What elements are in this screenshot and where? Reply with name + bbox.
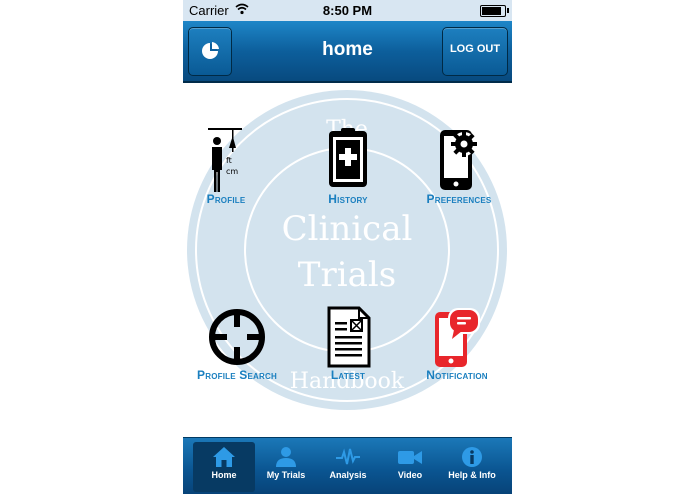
tab-my-trials[interactable]: My Trials — [255, 442, 317, 492]
menu-label-profile-search: Profile Search — [197, 368, 277, 382]
menu-item-profile-search[interactable]: Profile Search — [185, 306, 289, 382]
unit-cm: cm — [226, 167, 238, 176]
home-icon — [213, 447, 235, 467]
pulse-icon — [336, 448, 360, 465]
battery-level — [482, 7, 501, 15]
watermark-clinical: Clinical — [282, 209, 413, 249]
info-icon — [462, 447, 482, 467]
phone-settings-icon — [440, 130, 477, 190]
person-icon — [276, 447, 296, 467]
tab-label-analysis: Analysis — [329, 470, 367, 480]
menu-item-profile[interactable]: ft cm Profile — [191, 126, 261, 206]
tab-label-my-trials: My Trials — [266, 470, 306, 480]
logout-label: LOG OUT — [449, 43, 501, 55]
menu-label-latest: Latest — [330, 368, 366, 382]
phone-screen: Carrier 8:50 PM home LOG OUT The Clinica… — [183, 0, 512, 494]
clipboard-medical-icon — [329, 128, 367, 187]
menu-label-preferences: Preferences — [426, 192, 492, 206]
menu-item-notification[interactable]: Notification — [409, 306, 505, 382]
tab-help-info[interactable]: Help & Info — [441, 442, 503, 492]
tab-video[interactable]: Video — [379, 442, 441, 492]
tab-label-video: Video — [397, 470, 423, 480]
menu-item-latest[interactable]: Latest — [303, 306, 393, 382]
menu-label-history: History — [328, 192, 368, 206]
video-camera-icon — [398, 451, 422, 464]
phone-message-icon — [435, 308, 480, 367]
profile-height-icon: ft cm — [208, 128, 242, 192]
navigation-bar: home LOG OUT — [183, 21, 512, 83]
unit-ft: ft — [226, 156, 232, 165]
menu-label-notification: Notification — [426, 368, 488, 382]
status-bar: Carrier 8:50 PM — [183, 0, 512, 21]
logout-button[interactable]: LOG OUT — [442, 27, 508, 76]
crosshair-icon — [209, 309, 265, 365]
menu-item-history[interactable]: History — [303, 126, 393, 206]
document-icon — [327, 306, 371, 368]
tab-home[interactable]: Home — [193, 442, 255, 492]
menu-item-preferences[interactable]: Preferences — [409, 126, 509, 206]
battery-icon — [480, 5, 509, 17]
watermark-trials: Trials — [298, 255, 396, 295]
tab-label-home: Home — [211, 470, 237, 480]
tab-analysis[interactable]: Analysis — [317, 442, 379, 492]
clock: 8:50 PM — [322, 3, 373, 18]
tab-label-help-info: Help & Info — [448, 470, 496, 480]
tab-bar: Home My Trials Analysis Video Help & Inf… — [183, 437, 512, 494]
menu-label-profile: Profile — [206, 192, 246, 206]
